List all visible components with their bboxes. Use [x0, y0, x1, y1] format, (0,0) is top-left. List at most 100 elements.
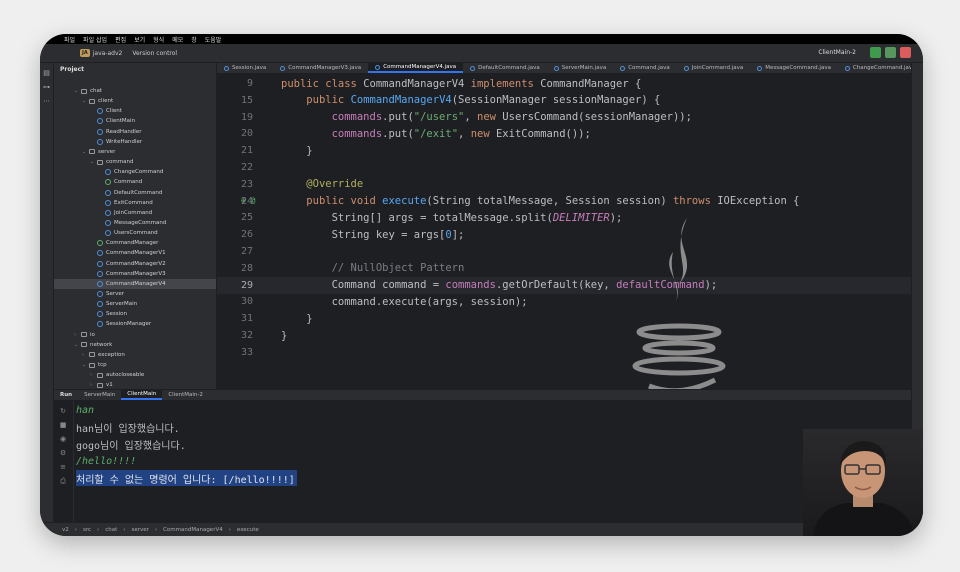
tree-item-changecommand[interactable]: ChangeCommand: [54, 167, 216, 177]
chevron-down-icon[interactable]: ⌄: [82, 362, 89, 368]
more-tools-icon[interactable]: ⋯: [42, 97, 51, 106]
tree-item-command[interactable]: ⌄ command: [54, 157, 216, 167]
chevron-down-icon[interactable]: ⌄: [90, 159, 97, 165]
tree-item-tcp[interactable]: ⌄ tcp: [54, 360, 216, 370]
tree-item-session[interactable]: Session: [54, 309, 216, 319]
tree-item-chat[interactable]: ⌄ chat: [54, 86, 216, 96]
chevron-down-icon[interactable]: ⌄: [74, 88, 81, 94]
tree-item-sessionmanager[interactable]: SessionManager: [54, 319, 216, 329]
project-tool-icon[interactable]: ▤: [42, 69, 51, 78]
tab-changecommand[interactable]: ChangeCommand.java: [838, 63, 911, 73]
chevron-right-icon[interactable]: ›: [82, 352, 89, 358]
chevron-right-icon[interactable]: ›: [90, 382, 97, 388]
tree-item-userscommand[interactable]: UsersCommand: [54, 228, 216, 238]
run-icon[interactable]: [870, 47, 881, 58]
code-line[interactable]: 15 public CommandManagerV4(SessionManage…: [217, 92, 911, 109]
tree-item-servermain[interactable]: ServerMain: [54, 299, 216, 309]
code-line[interactable]: 21 }: [217, 142, 911, 159]
run-tab-clientmain[interactable]: ClientMain: [121, 390, 163, 400]
scroll-icon[interactable]: ≡: [59, 463, 67, 471]
stop-icon[interactable]: [900, 47, 911, 58]
tab-commandmanagerv4[interactable]: CommandManagerV4.java: [368, 63, 464, 73]
tab-command[interactable]: Command.java: [613, 63, 677, 73]
menu-item[interactable]: 파일 삽입: [83, 35, 107, 44]
code-line[interactable]: 22: [217, 159, 911, 176]
menu-item[interactable]: 편집: [115, 35, 126, 44]
menu-item[interactable]: 메모: [172, 35, 183, 44]
stop-console-icon[interactable]: ■: [59, 421, 67, 429]
tree-item-commandmanager[interactable]: CommandManager: [54, 238, 216, 248]
tree-item-server[interactable]: Server: [54, 289, 216, 299]
tree-item-messagecommand[interactable]: MessageCommand: [54, 218, 216, 228]
tree-item-exitcommand[interactable]: ExitCommand: [54, 198, 216, 208]
rerun-icon[interactable]: ↻: [59, 407, 67, 415]
camera-icon[interactable]: ◉: [59, 435, 67, 443]
console-line[interactable]: 처리할 수 없는 명령어 입니다: [/hello!!!!]: [76, 470, 297, 486]
tab-joincommand[interactable]: JoinCommand.java: [677, 63, 751, 73]
tree-item-commandmanagerv4[interactable]: CommandManagerV4: [54, 278, 216, 289]
menu-item[interactable]: 파일: [64, 35, 75, 44]
menu-item[interactable]: 보기: [134, 35, 145, 44]
print-icon[interactable]: ⎙: [59, 477, 67, 485]
version-control-menu[interactable]: Version control: [132, 50, 177, 57]
commit-tool-icon[interactable]: ⊶: [42, 83, 51, 92]
code-editor[interactable]: 9 public class CommandManagerV4 implement…: [217, 74, 911, 389]
override-gutter-icon[interactable]: ⊕ @: [241, 196, 255, 205]
code-line[interactable]: 32}: [217, 327, 911, 344]
code-line[interactable]: 28 // NullObject Pattern: [217, 260, 911, 277]
chevron-down-icon[interactable]: ⌄: [82, 98, 89, 104]
project-panel-title[interactable]: Project: [54, 63, 216, 76]
tree-item-command[interactable]: Command: [54, 177, 216, 187]
tree-item-v1[interactable]: › v1: [54, 380, 216, 389]
tree-item-commandmanagerv3[interactable]: CommandManagerV3: [54, 269, 216, 279]
breadcrumb-item[interactable]: src: [83, 527, 91, 533]
run-console[interactable]: ↻ ■ ◉ ⚙ ≡ ⎙ han han님이 입장했습니다. gogo님이 입장했습니…: [54, 401, 911, 522]
menu-item[interactable]: 창: [191, 35, 197, 44]
tab-messagecommand[interactable]: MessageCommand.java: [750, 63, 838, 73]
tree-item-writehandler[interactable]: WriteHandler: [54, 137, 216, 147]
breadcrumb-item[interactable]: CommandManagerV4: [163, 527, 223, 533]
run-panel-label[interactable]: Run: [54, 392, 78, 398]
code-line[interactable]: 24 ⊕ @ public void execute(String totalMe…: [217, 193, 911, 210]
console-line[interactable]: gogo님이 입장했습니다.: [76, 436, 186, 452]
chevron-right-icon[interactable]: ›: [74, 332, 81, 338]
code-line[interactable]: 25 String[] args = totalMessage.split(DE…: [217, 209, 911, 226]
code-line[interactable]: 26 String key = args[0];: [217, 226, 911, 243]
chevron-down-icon[interactable]: ⌄: [82, 149, 89, 155]
project-name[interactable]: java-adv2: [93, 50, 123, 57]
tree-item-commandmanagerv2[interactable]: CommandManagerV2: [54, 259, 216, 269]
chevron-down-icon[interactable]: ⌄: [74, 342, 81, 348]
breadcrumb-item[interactable]: server: [131, 527, 148, 533]
tree-item-exception[interactable]: › exception: [54, 350, 216, 360]
breadcrumb-item[interactable]: chat: [105, 527, 117, 533]
tree-item-defaultcommand[interactable]: DefaultCommand: [54, 188, 216, 198]
settings-icon[interactable]: ⚙: [59, 449, 67, 457]
tab-defaultcommand[interactable]: DefaultCommand.java: [463, 63, 547, 73]
breadcrumb-item[interactable]: execute: [237, 527, 259, 533]
tab-session[interactable]: Session.java: [217, 63, 273, 73]
tree-item-readhandler[interactable]: ReadHandler: [54, 127, 216, 137]
code-line[interactable]: 27: [217, 243, 911, 260]
tab-servermain[interactable]: ServerMain.java: [547, 63, 613, 73]
tab-commandmanagerv3[interactable]: CommandManagerV3.java: [273, 63, 368, 73]
tree-item-io[interactable]: › io: [54, 330, 216, 340]
tree-item-client[interactable]: ⌄ client: [54, 96, 216, 106]
code-line[interactable]: 33: [217, 344, 911, 361]
tree-item-autocloseable[interactable]: › autocloseable: [54, 370, 216, 380]
code-line[interactable]: 31 }: [217, 310, 911, 327]
tree-item-clientmain[interactable]: ClientMain: [54, 116, 216, 126]
code-line[interactable]: 20 commands.put("/exit", new ExitCommand…: [217, 125, 911, 142]
project-badge[interactable]: JA: [80, 49, 90, 57]
code-line[interactable]: 9 public class CommandManagerV4 implement…: [217, 75, 911, 92]
console-line[interactable]: han님이 입장했습니다.: [76, 419, 180, 435]
code-line[interactable]: 19 commands.put("/users", new UsersComma…: [217, 109, 911, 126]
run-tab-servermain[interactable]: ServerMain: [78, 390, 121, 400]
tree-item-commandmanagerv1[interactable]: CommandManagerV1: [54, 248, 216, 258]
tree-item-network[interactable]: ⌄ network: [54, 340, 216, 350]
debug-icon[interactable]: [885, 47, 896, 58]
menu-item[interactable]: 형식: [153, 35, 164, 44]
menu-item[interactable]: 도움말: [205, 35, 222, 44]
tree-item-client[interactable]: Client: [54, 106, 216, 116]
tree-item-joincommand[interactable]: JoinCommand: [54, 208, 216, 218]
code-line[interactable]: 30 command.execute(args, session);: [217, 293, 911, 310]
